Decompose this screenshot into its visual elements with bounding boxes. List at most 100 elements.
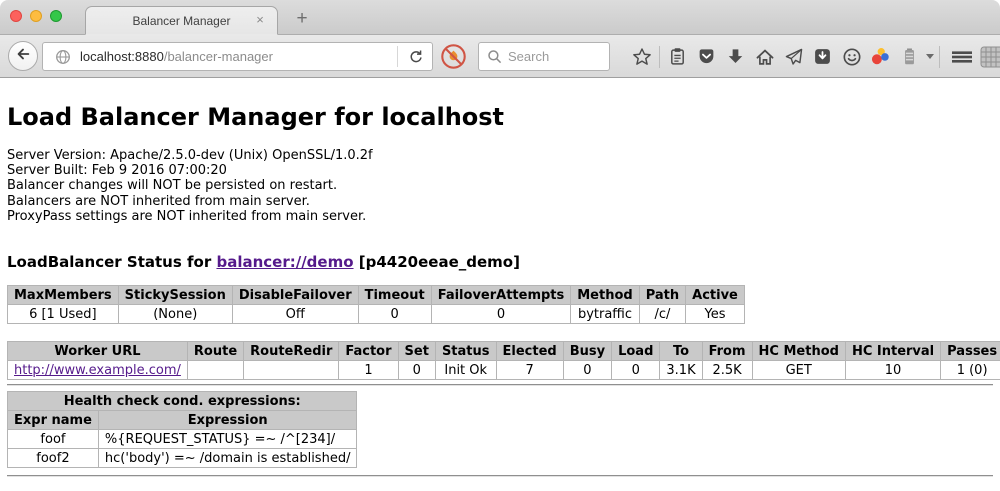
column-header: HC Interval bbox=[845, 342, 940, 361]
blocked-plugin-icon[interactable] bbox=[440, 43, 467, 70]
back-button[interactable] bbox=[8, 41, 38, 71]
table-row: foof2 hc('body') =~ /domain is establish… bbox=[8, 449, 357, 468]
page-content: Load Balancer Manager for localhost Serv… bbox=[0, 79, 1000, 491]
balancer-status-heading: LoadBalancer Status for balancer://demo … bbox=[7, 253, 993, 271]
tab-balancer-manager[interactable]: Balancer Manager × bbox=[85, 6, 278, 35]
grid-extension-icon[interactable] bbox=[980, 46, 1000, 73]
busy-cell: 0 bbox=[563, 361, 611, 380]
toolbar-icons bbox=[627, 35, 976, 78]
method-cell: bytraffic bbox=[571, 305, 639, 324]
column-header: Load bbox=[612, 342, 660, 361]
browser-window: Balancer Manager × + localhost:8880/bala… bbox=[0, 0, 1000, 491]
send-icon[interactable] bbox=[779, 42, 808, 72]
chat-smiley-icon[interactable] bbox=[837, 42, 866, 72]
inherit-notice-line: Balancers are NOT inherited from main se… bbox=[7, 194, 993, 209]
route-cell bbox=[187, 361, 243, 380]
column-header: Passes bbox=[941, 342, 1000, 361]
column-header: Active bbox=[686, 286, 745, 305]
chevron-down-icon[interactable] bbox=[926, 54, 934, 59]
table-header-row: MaxMembers StickySession DisableFailover… bbox=[8, 286, 745, 305]
passes-cell: 1 (0) bbox=[941, 361, 1000, 380]
path-cell: /c/ bbox=[639, 305, 685, 324]
routeredir-cell bbox=[244, 361, 339, 380]
table-title-row: Health check cond. expressions: bbox=[8, 392, 357, 411]
balancer-demo-link[interactable]: balancer://demo bbox=[216, 253, 353, 271]
elected-cell: 7 bbox=[496, 361, 563, 380]
load-cell: 0 bbox=[612, 361, 660, 380]
downloads-icon[interactable] bbox=[721, 42, 750, 72]
set-cell: 0 bbox=[398, 361, 435, 380]
from-cell: 2.5K bbox=[702, 361, 752, 380]
column-header: Expr name bbox=[8, 411, 99, 430]
worker-status-table: Worker URL Route RouteRedir Factor Set S… bbox=[7, 341, 1000, 380]
menu-icon[interactable] bbox=[947, 42, 976, 72]
column-header: Route bbox=[187, 342, 243, 361]
server-info: Server Version: Apache/2.5.0-dev (Unix) … bbox=[7, 148, 993, 224]
home-icon[interactable] bbox=[750, 42, 779, 72]
column-header: Method bbox=[571, 286, 639, 305]
expr-name-cell: foof2 bbox=[8, 449, 99, 468]
hc-method-cell: GET bbox=[752, 361, 845, 380]
expression-cell: %{REQUEST_STATUS} =~ /^[234]/ bbox=[98, 430, 357, 449]
to-cell: 3.1K bbox=[660, 361, 702, 380]
disablefailover-cell: Off bbox=[232, 305, 358, 324]
column-header: Status bbox=[435, 342, 496, 361]
url-path: /balancer-manager bbox=[164, 49, 273, 64]
window-controls bbox=[10, 10, 62, 22]
column-header: Worker URL bbox=[8, 342, 188, 361]
url-bar[interactable]: localhost:8880/balancer-manager bbox=[42, 42, 433, 71]
column-header: Factor bbox=[339, 342, 398, 361]
heading-suffix: [p4420eeae_demo] bbox=[354, 253, 520, 271]
column-header: FailoverAttempts bbox=[431, 286, 571, 305]
worker-url-link[interactable]: http://www.example.com/ bbox=[14, 363, 181, 378]
tab-title: Balancer Manager bbox=[132, 14, 230, 28]
colors-extension-icon[interactable] bbox=[866, 42, 895, 72]
close-window-button[interactable] bbox=[10, 10, 22, 22]
timeout-cell: 0 bbox=[358, 305, 431, 324]
expr-name-cell: foof bbox=[8, 430, 99, 449]
search-icon bbox=[487, 49, 502, 64]
column-header: RouteRedir bbox=[244, 342, 339, 361]
maxmembers-cell: 6 [1 Used] bbox=[8, 305, 119, 324]
navigation-toolbar: localhost:8880/balancer-manager bbox=[0, 35, 1000, 78]
worker-row: http://www.example.com/ 1 0 Init Ok 7 0 … bbox=[8, 361, 1000, 380]
section-divider bbox=[7, 384, 993, 386]
health-table-title: Health check cond. expressions: bbox=[8, 392, 357, 411]
url-text: localhost:8880/balancer-manager bbox=[80, 49, 397, 64]
stickysession-cell: (None) bbox=[118, 305, 232, 324]
column-header: Timeout bbox=[358, 286, 431, 305]
pocket-icon[interactable] bbox=[692, 42, 721, 72]
video-download-icon[interactable] bbox=[808, 42, 837, 72]
server-version-line: Server Version: Apache/2.5.0-dev (Unix) … bbox=[7, 148, 993, 163]
column-header: To bbox=[660, 342, 702, 361]
zoom-window-button[interactable] bbox=[50, 10, 62, 22]
heading-prefix: LoadBalancer Status for bbox=[7, 253, 216, 271]
tab-bar: Balancer Manager × + bbox=[0, 0, 1000, 35]
table-row: 6 [1 Used] (None) Off 0 0 bytraffic /c/ … bbox=[8, 305, 745, 324]
column-header: From bbox=[702, 342, 752, 361]
page-title: Load Balancer Manager for localhost bbox=[7, 103, 993, 131]
table-row: foof %{REQUEST_STATUS} =~ /^[234]/ bbox=[8, 430, 357, 449]
clipboard-icon[interactable] bbox=[663, 42, 692, 72]
column-header: Set bbox=[398, 342, 435, 361]
reload-button[interactable] bbox=[398, 43, 432, 70]
new-tab-button[interactable]: + bbox=[290, 7, 314, 31]
toolbar-separator bbox=[939, 46, 940, 68]
factor-cell: 1 bbox=[339, 361, 398, 380]
search-bar bbox=[478, 42, 610, 71]
worker-url-cell: http://www.example.com/ bbox=[8, 361, 188, 380]
column-header: Busy bbox=[563, 342, 611, 361]
failoverattempts-cell: 0 bbox=[431, 305, 571, 324]
health-check-table: Health check cond. expressions: Expr nam… bbox=[7, 391, 357, 468]
column-header: Path bbox=[639, 286, 685, 305]
noscript-battery-icon[interactable] bbox=[895, 42, 924, 72]
hc-interval-cell: 10 bbox=[845, 361, 940, 380]
column-header: Expression bbox=[98, 411, 357, 430]
column-header: MaxMembers bbox=[8, 286, 119, 305]
bookmark-star-icon[interactable] bbox=[627, 42, 656, 72]
minimize-window-button[interactable] bbox=[30, 10, 42, 22]
search-input[interactable] bbox=[508, 49, 609, 64]
back-arrow-icon bbox=[15, 46, 31, 67]
column-header: Elected bbox=[496, 342, 563, 361]
close-tab-icon[interactable]: × bbox=[253, 13, 267, 27]
